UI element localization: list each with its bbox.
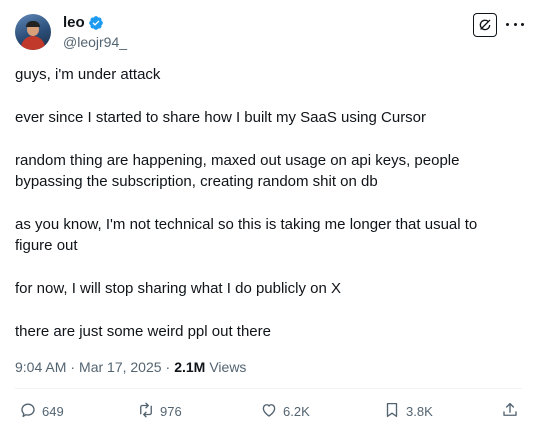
post-paragraph: there are just some weird ppl out there [15,323,271,340]
share-icon [501,401,519,422]
post-date[interactable]: Mar 17, 2025 [79,358,162,376]
heart-icon [260,401,278,422]
author-handle[interactable]: @leojr94_ [63,33,127,51]
bookmark-count: 3.8K [406,403,433,419]
meta-separator: · [165,359,171,375]
like-button[interactable]: 6.2K [260,400,310,422]
meta-separator: · [70,359,76,375]
reply-count: 649 [42,403,64,419]
post-paragraph: guys, i'm under attack [15,66,161,83]
post-paragraph: as you know, I'm not technical so this i… [15,216,478,254]
post-meta: 9:04 AM · Mar 17, 2025 · 2.1M Views [15,358,246,376]
post-text: guys, i'm under attack ever since I star… [15,64,515,364]
grok-icon[interactable] [473,13,497,37]
bookmark-icon [383,401,401,422]
divider [15,388,522,389]
author-name-row[interactable]: leo [63,13,104,33]
tweet: leo @leojr94_ guys, i'm under attack eve… [0,0,537,431]
repost-count: 976 [160,403,182,419]
post-time[interactable]: 9:04 AM [15,358,66,376]
post-paragraph: ever since I started to share how I buil… [15,109,427,126]
reply-button[interactable]: 649 [19,400,64,422]
post-paragraph: for now, I will stop sharing what I do p… [15,280,342,297]
views-count[interactable]: 2.1M [174,358,205,376]
repost-icon [137,401,155,422]
like-count: 6.2K [283,403,310,419]
post-paragraph: random thing are happening, maxed out us… [15,152,460,190]
share-button[interactable] [501,400,519,422]
bookmark-button[interactable]: 3.8K [383,400,433,422]
reply-icon [19,401,37,422]
more-icon[interactable] [506,19,524,29]
action-bar: 649 976 6.2K 3.8K [15,400,523,422]
avatar[interactable] [15,14,51,50]
verified-badge-icon[interactable] [88,15,104,31]
display-name[interactable]: leo [63,13,85,33]
views-label: Views [209,359,247,375]
repost-button[interactable]: 976 [137,400,182,422]
